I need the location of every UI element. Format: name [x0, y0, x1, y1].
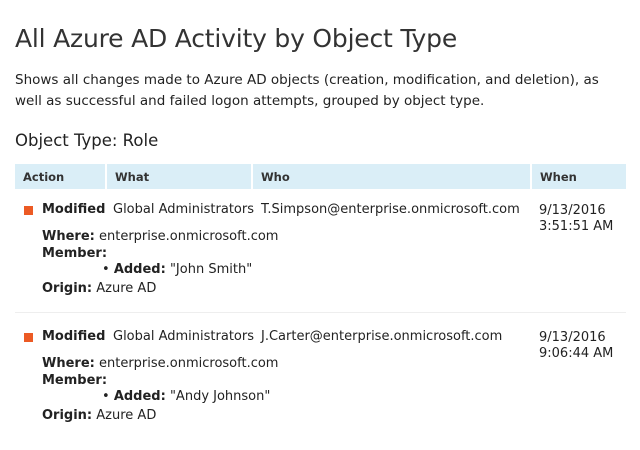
section-label: Object Type: Role — [15, 131, 159, 150]
when-date: 9/13/2016 — [539, 330, 606, 345]
column-header-what[interactable]: What — [107, 164, 251, 189]
table-header: Action What Who When — [15, 164, 626, 189]
column-header-who[interactable]: Who — [253, 164, 530, 189]
who-cell: J.Carter@enterprise.onmicrosoft.com — [261, 329, 503, 344]
modified-marker-icon — [24, 333, 33, 342]
where-value: enterprise.onmicrosoft.com — [98, 229, 279, 244]
modified-marker-icon — [24, 206, 33, 215]
table-row: Modified Global Administrators J.Carter@… — [15, 327, 626, 432]
member-label: Member: — [42, 373, 108, 388]
origin-label: Origin: — [42, 281, 93, 296]
column-header-action[interactable]: Action — [15, 164, 105, 189]
origin-value: Azure AD — [96, 281, 157, 296]
where-detail: Where: enterprise.onmicrosoft.com — [42, 229, 278, 244]
where-value: enterprise.onmicrosoft.com — [98, 356, 279, 371]
row-divider — [15, 312, 626, 313]
member-label: Member: — [42, 246, 108, 261]
where-label: Where: — [42, 356, 95, 371]
when-time: 3:51:51 AM — [539, 219, 614, 234]
added-detail: • Added: "John Smith" — [102, 262, 252, 277]
added-detail: • Added: "Andy Johnson" — [102, 389, 270, 404]
added-label: Added: — [113, 262, 166, 277]
origin-detail: Origin: Azure AD — [42, 408, 156, 423]
where-label: Where: — [42, 229, 95, 244]
action-cell: Modified — [42, 202, 106, 217]
what-cell: Global Administrators — [113, 202, 254, 217]
when-time: 9:06:44 AM — [539, 346, 614, 361]
when-date: 9/13/2016 — [539, 203, 606, 218]
added-label: Added: — [113, 389, 166, 404]
where-detail: Where: enterprise.onmicrosoft.com — [42, 356, 278, 371]
report-description: Shows all changes made to Azure AD objec… — [15, 72, 599, 109]
column-header-when[interactable]: When — [532, 164, 626, 189]
what-cell: Global Administrators — [113, 329, 254, 344]
table-row: Modified Global Administrators T.Simpson… — [15, 200, 626, 305]
origin-value: Azure AD — [96, 408, 157, 423]
who-cell: T.Simpson@enterprise.onmicrosoft.com — [261, 202, 520, 217]
origin-label: Origin: — [42, 408, 93, 423]
origin-detail: Origin: Azure AD — [42, 281, 156, 296]
page-title: All Azure AD Activity by Object Type — [15, 24, 458, 53]
added-value: "Andy Johnson" — [169, 389, 271, 404]
bullet-icon: • — [102, 389, 110, 404]
added-value: "John Smith" — [169, 262, 253, 277]
bullet-icon: • — [102, 262, 110, 277]
action-cell: Modified — [42, 329, 106, 344]
